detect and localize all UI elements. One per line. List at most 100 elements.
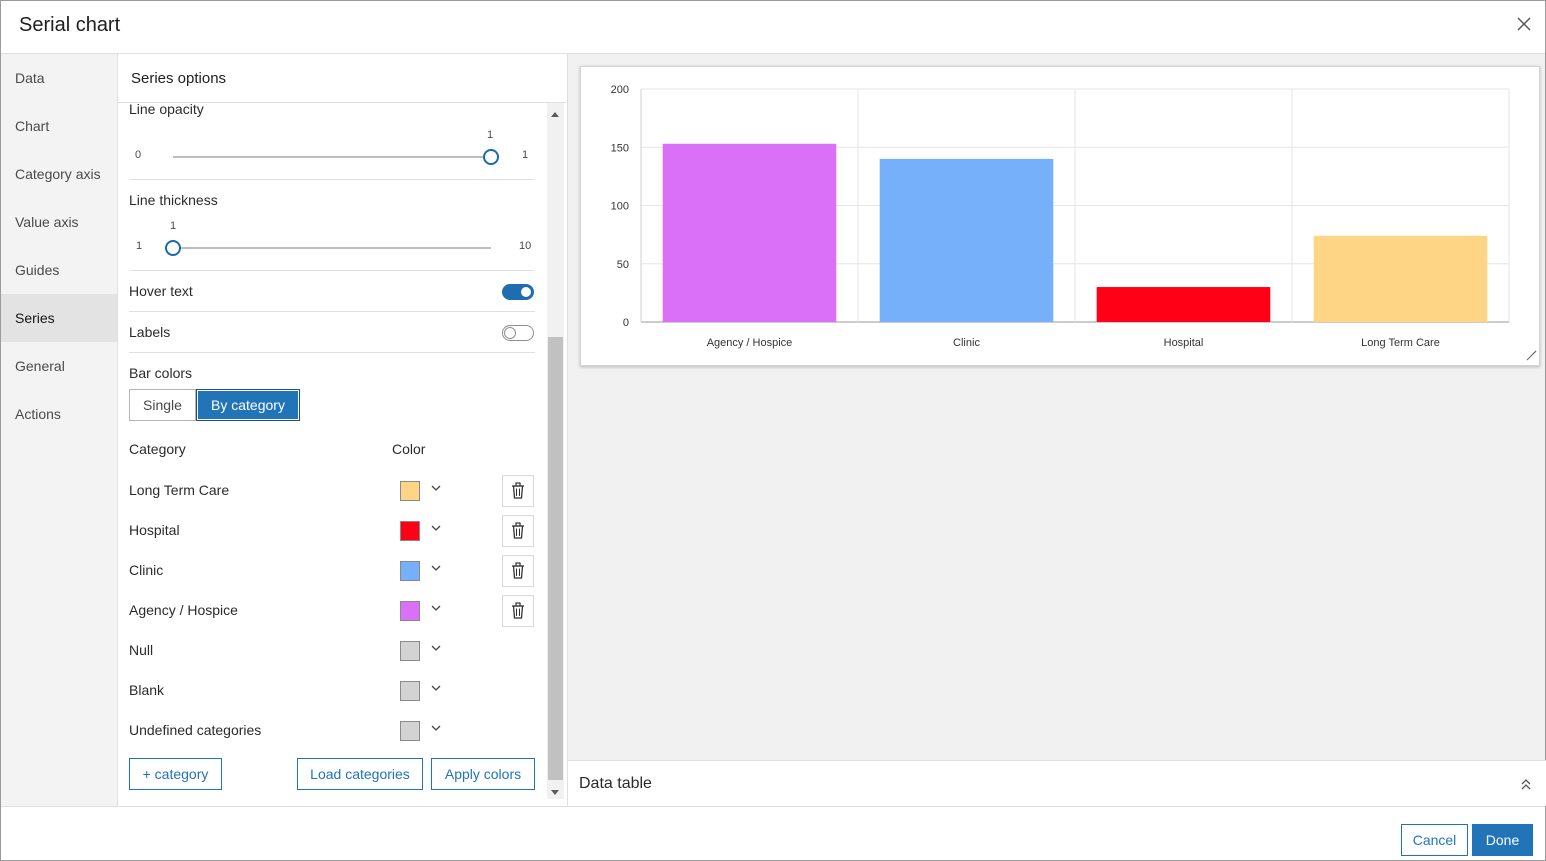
- labels-section: Labels: [129, 312, 535, 353]
- series-options-title: Series options: [118, 54, 566, 103]
- line-thickness-label: Line thickness: [129, 192, 218, 208]
- category-name: Clinic: [129, 562, 164, 578]
- category-row: Long Term Care: [129, 471, 535, 511]
- category-name: Blank: [129, 682, 165, 698]
- chevron-down-icon[interactable]: [431, 483, 441, 493]
- nav-item-chart[interactable]: Chart: [1, 102, 117, 150]
- dialog-header: Serial chart: [1, 1, 1545, 54]
- labels-toggle[interactable]: [502, 325, 534, 341]
- line-opacity-track[interactable]: [173, 156, 491, 158]
- line-thickness-max: 10: [519, 240, 532, 252]
- load-categories-button[interactable]: Load categories: [297, 758, 423, 790]
- nav-item-general[interactable]: General: [1, 342, 117, 390]
- delete-category-button[interactable]: [502, 595, 534, 627]
- category-color-swatch[interactable]: [400, 521, 420, 541]
- category-name: Undefined categories: [129, 722, 262, 738]
- apply-colors-button[interactable]: Apply colors: [431, 758, 535, 790]
- line-opacity-label: Line opacity: [129, 103, 204, 117]
- trash-icon: [512, 602, 524, 619]
- chart-card: 0 50 100 150 200 Agency / Hospice Clinic Hospit…: [580, 66, 1540, 366]
- chevron-down-icon[interactable]: [431, 643, 441, 653]
- serial-chart-dialog: Serial chart Data Chart Category axis Va…: [0, 0, 1546, 861]
- line-opacity-slider-handle[interactable]: [483, 149, 499, 165]
- category-column-header: Category: [129, 441, 186, 457]
- nav-item-category-axis[interactable]: Category axis: [1, 150, 117, 198]
- dialog-footer: Cancel Done: [1, 806, 1545, 860]
- category-color-swatch[interactable]: [400, 561, 420, 581]
- x-tick-label: Long Term Care: [1361, 337, 1440, 349]
- close-icon[interactable]: [1513, 13, 1535, 35]
- x-tick-label: Agency / Hospice: [707, 337, 793, 349]
- category-name: Hospital: [129, 522, 180, 538]
- category-name: Null: [129, 642, 154, 658]
- nav-item-data[interactable]: Data: [1, 54, 117, 102]
- category-color-swatch[interactable]: [400, 721, 420, 741]
- bar: [1096, 287, 1271, 322]
- data-table-label: Data table: [579, 775, 652, 792]
- options-scrollbar[interactable]: [547, 103, 564, 799]
- category-row: Hospital: [129, 511, 535, 551]
- category-row: Clinic: [129, 551, 535, 591]
- add-category-button[interactable]: + category: [129, 758, 222, 790]
- line-opacity-max: 1: [522, 149, 529, 161]
- delete-category-button[interactable]: [502, 515, 534, 547]
- scroll-down-arrow-icon[interactable]: [551, 790, 559, 795]
- hover-text-toggle[interactable]: [502, 284, 534, 300]
- nav-item-actions[interactable]: Actions: [1, 390, 117, 438]
- category-row: Undefined categories: [129, 711, 535, 751]
- category-row: Null: [129, 631, 535, 671]
- category-name: Long Term Care: [129, 482, 230, 498]
- trash-icon: [512, 522, 524, 539]
- settings-nav: Data Chart Category axis Value axis Guid…: [1, 54, 118, 806]
- hover-text-label: Hover text: [129, 283, 193, 299]
- category-row: Agency / Hospice: [129, 591, 535, 631]
- bar-colors-label: Bar colors: [129, 365, 193, 381]
- trash-icon: [512, 482, 524, 499]
- bar: [879, 158, 1054, 322]
- delete-category-button[interactable]: [502, 555, 534, 587]
- category-color-swatch[interactable]: [400, 601, 420, 621]
- nav-item-value-axis[interactable]: Value axis: [1, 198, 117, 246]
- chart-preview-area: 0 50 100 150 200 Agency / Hospice Clinic Hospit…: [567, 54, 1546, 806]
- category-row: Blank: [129, 671, 535, 711]
- delete-category-button[interactable]: [502, 475, 534, 507]
- y-tick-label: 0: [623, 317, 629, 329]
- line-thickness-value: 1: [170, 220, 177, 232]
- x-tick-label: Hospital: [1164, 337, 1204, 349]
- chevron-down-icon[interactable]: [431, 683, 441, 693]
- bar-colors-single-button[interactable]: Single: [129, 389, 196, 421]
- labels-label: Labels: [129, 324, 171, 340]
- chevron-down-icon[interactable]: [431, 523, 441, 533]
- series-options-scroll[interactable]: Line opacity 1 0 1 Line thickness 1 1 10…: [118, 103, 546, 798]
- hover-text-section: Hover text: [129, 271, 535, 312]
- line-thickness-slider-handle[interactable]: [165, 240, 181, 256]
- x-tick-label: Clinic: [953, 337, 980, 349]
- line-opacity-min: 0: [135, 149, 142, 161]
- category-name: Agency / Hospice: [129, 602, 238, 618]
- y-tick-label: 50: [617, 259, 629, 271]
- chevron-down-icon[interactable]: [431, 723, 441, 733]
- line-thickness-section: Line thickness 1 1 10: [129, 180, 535, 271]
- y-tick-label: 100: [611, 201, 629, 213]
- double-chevron-up-icon[interactable]: [1520, 778, 1532, 792]
- cancel-button[interactable]: Cancel: [1401, 824, 1468, 856]
- chevron-down-icon[interactable]: [431, 603, 441, 613]
- line-thickness-min: 1: [136, 240, 143, 252]
- category-color-swatch[interactable]: [400, 641, 420, 661]
- chevron-down-icon[interactable]: [431, 563, 441, 573]
- data-table-bar[interactable]: Data table: [568, 760, 1546, 806]
- nav-item-series[interactable]: Series: [1, 294, 117, 342]
- y-tick-label: 150: [611, 142, 629, 154]
- resize-handle-icon[interactable]: [1526, 350, 1537, 361]
- line-opacity-section: Line opacity 1 0 1: [129, 103, 535, 180]
- line-thickness-track[interactable]: [173, 247, 491, 249]
- bar-colors-by-category-button[interactable]: By category: [196, 389, 300, 421]
- series-options-panel: Series options Line opacity 1 0 1 Line t…: [118, 54, 566, 806]
- color-column-header: Color: [392, 441, 426, 457]
- category-color-swatch[interactable]: [400, 481, 420, 501]
- scroll-up-arrow-icon[interactable]: [551, 112, 559, 117]
- scrollbar-thumb[interactable]: [548, 337, 563, 780]
- nav-item-guides[interactable]: Guides: [1, 246, 117, 294]
- done-button[interactable]: Done: [1472, 824, 1533, 856]
- category-color-swatch[interactable]: [400, 681, 420, 701]
